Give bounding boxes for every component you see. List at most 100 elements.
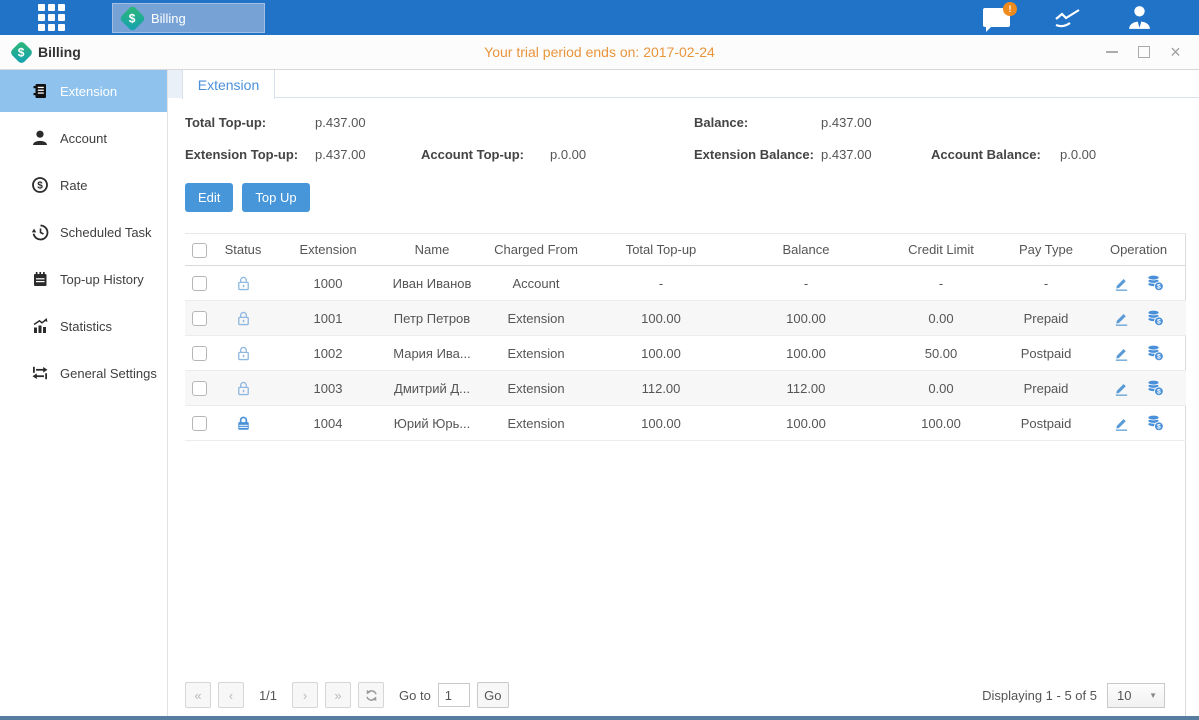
scheduled-task-clock-icon <box>31 223 49 241</box>
extension-balance-value: p.437.00 <box>821 147 931 162</box>
topup-extension-icon[interactable]: $ <box>1146 309 1164 327</box>
minimize-icon[interactable] <box>1104 45 1119 60</box>
refresh-button[interactable] <box>358 682 384 708</box>
sidebar: Extension Account $ Rate Scheduled Task <box>0 70 168 716</box>
rate-dollar-icon: $ <box>31 176 49 194</box>
extension-table: Status Extension Name Charged From Total… <box>185 233 1186 441</box>
col-credit-limit: Credit Limit <box>881 234 1001 266</box>
chevron-down-icon: ▼ <box>1149 691 1157 700</box>
table-header-row: Status Extension Name Charged From Total… <box>185 234 1186 266</box>
messages-icon[interactable]: ! <box>983 8 1010 27</box>
account-person-icon <box>31 129 49 147</box>
maximize-icon[interactable] <box>1136 45 1151 60</box>
edit-extension-icon[interactable] <box>1113 310 1130 327</box>
sidebar-item-general-settings[interactable]: General Settings <box>0 352 167 394</box>
window-title: Billing <box>38 44 81 60</box>
account-balance-label: Account Balance: <box>931 147 1060 162</box>
edit-extension-icon[interactable] <box>1113 380 1130 397</box>
sidebar-item-label: Extension <box>60 84 117 99</box>
window-titlebar: Your trial period ends on: 2017-02-24 $ … <box>0 35 1199 70</box>
sidebar-item-extension[interactable]: Extension <box>0 70 167 112</box>
table-row: 1004 Юрий Юрь... Extension 100.00 100.00… <box>185 406 1186 441</box>
cell-balance: 100.00 <box>731 336 881 371</box>
cell-name: Юрий Юрь... <box>383 406 481 441</box>
page-size-value: 10 <box>1117 688 1131 703</box>
sidebar-item-topup-history[interactable]: Top-up History <box>0 258 167 300</box>
balance-value: p.437.00 <box>821 115 931 130</box>
cell-balance: 112.00 <box>731 371 881 406</box>
monitor-chart-icon[interactable] <box>1052 6 1084 30</box>
row-checkbox[interactable] <box>192 381 207 396</box>
next-page-button[interactable]: › <box>292 682 318 708</box>
taskbar: $ Billing ! <box>0 0 1199 35</box>
edit-extension-icon[interactable] <box>1113 275 1130 292</box>
billing-window-icon: $ <box>9 40 33 64</box>
row-checkbox[interactable] <box>192 346 207 361</box>
last-page-button[interactable]: » <box>325 682 351 708</box>
topup-extension-icon[interactable]: $ <box>1146 344 1164 362</box>
edit-extension-icon[interactable] <box>1113 345 1130 362</box>
displaying-status: Displaying 1 - 5 of 5 <box>982 688 1097 703</box>
sidebar-item-account[interactable]: Account <box>0 117 167 159</box>
sidebar-item-label: General Settings <box>60 366 157 381</box>
cell-total-topup: 100.00 <box>591 336 731 371</box>
go-button[interactable]: Go <box>477 682 509 708</box>
svg-text:$: $ <box>1157 354 1161 361</box>
svg-text:$: $ <box>1157 284 1161 291</box>
cell-charged-from: Extension <box>481 336 591 371</box>
topup-button[interactable]: Top Up <box>242 183 309 212</box>
topup-extension-icon[interactable]: $ <box>1146 274 1164 292</box>
taskbar-tab-billing[interactable]: $ Billing <box>112 3 265 33</box>
account-balance-value: p.0.00 <box>1060 147 1199 162</box>
apps-grid-icon[interactable] <box>38 4 65 31</box>
edit-button[interactable]: Edit <box>185 183 233 212</box>
cell-charged-from: Extension <box>481 371 591 406</box>
extension-grid: Status Extension Name Charged From Total… <box>185 233 1186 716</box>
topup-extension-icon[interactable]: $ <box>1146 414 1164 432</box>
user-account-icon[interactable] <box>1126 4 1153 31</box>
unlocked-icon <box>235 310 252 327</box>
tab-extension[interactable]: Extension <box>182 70 275 99</box>
cell-name: Петр Петров <box>383 301 481 336</box>
cell-extension: 1004 <box>273 406 383 441</box>
general-settings-arrows-icon <box>31 364 49 382</box>
sidebar-item-statistics[interactable]: Statistics <box>0 305 167 347</box>
account-topup-value: p.0.00 <box>550 147 694 162</box>
cell-credit-limit: 50.00 <box>881 336 1001 371</box>
select-all-checkbox[interactable] <box>192 243 207 258</box>
close-icon[interactable]: × <box>1168 45 1183 60</box>
cell-pay-type: Postpaid <box>1001 336 1091 371</box>
prev-page-button[interactable]: ‹ <box>218 682 244 708</box>
goto-page-input[interactable] <box>438 683 470 707</box>
page-size-select[interactable]: 10 ▼ <box>1107 683 1165 708</box>
cell-pay-type: Prepaid <box>1001 301 1091 336</box>
cell-charged-from: Extension <box>481 301 591 336</box>
cell-extension: 1001 <box>273 301 383 336</box>
sidebar-item-rate[interactable]: $ Rate <box>0 164 167 206</box>
edit-extension-icon[interactable] <box>1113 415 1130 432</box>
billing-app-icon: $ <box>119 5 146 32</box>
first-page-button[interactable]: « <box>185 682 211 708</box>
table-row: 1001 Петр Петров Extension 100.00 100.00… <box>185 301 1186 336</box>
cell-total-topup: 100.00 <box>591 301 731 336</box>
unlocked-icon <box>235 275 252 292</box>
row-checkbox[interactable] <box>192 276 207 291</box>
extension-topup-value: p.437.00 <box>315 147 421 162</box>
extension-topup-label: Extension Top-up: <box>185 147 315 162</box>
col-charged-from: Charged From <box>481 234 591 266</box>
row-checkbox[interactable] <box>192 311 207 326</box>
col-status: Status <box>213 234 273 266</box>
col-name: Name <box>383 234 481 266</box>
topup-extension-icon[interactable]: $ <box>1146 379 1164 397</box>
row-checkbox[interactable] <box>192 416 207 431</box>
cell-charged-from: Extension <box>481 406 591 441</box>
unlocked-icon <box>235 345 252 362</box>
sidebar-item-label: Scheduled Task <box>60 225 152 240</box>
cell-name: Иван Иванов <box>383 266 481 301</box>
col-extension: Extension <box>273 234 383 266</box>
col-operation: Operation <box>1091 234 1186 266</box>
col-pay-type: Pay Type <box>1001 234 1091 266</box>
sidebar-item-scheduled-task[interactable]: Scheduled Task <box>0 211 167 253</box>
total-topup-value: p.437.00 <box>315 115 421 130</box>
svg-text:$: $ <box>1157 319 1161 326</box>
